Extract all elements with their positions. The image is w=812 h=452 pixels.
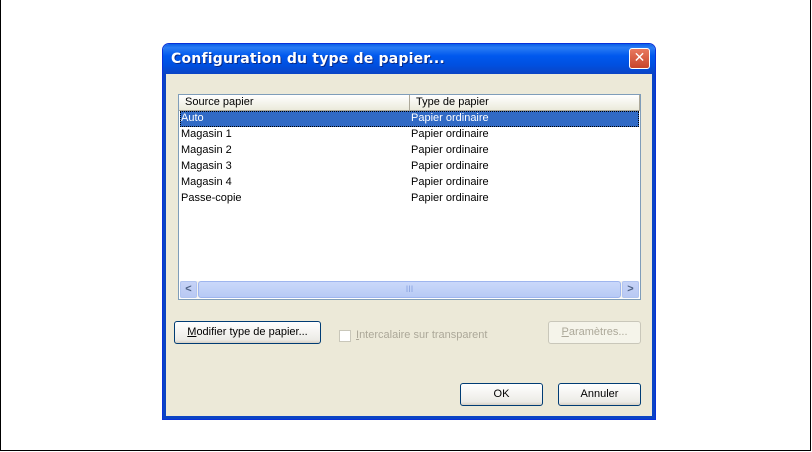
close-button[interactable]: ✕ — [629, 48, 650, 69]
type-cell: Papier ordinaire — [411, 192, 489, 204]
list-header: Source papier Type de papier — [179, 95, 640, 111]
scroll-left-button[interactable]: < — [180, 281, 197, 298]
source-cell: Magasin 1 — [181, 128, 232, 140]
source-cell: Magasin 2 — [181, 144, 232, 156]
cancel-button[interactable]: Annuler — [558, 383, 641, 406]
dialog-title: Configuration du type de papier... — [171, 51, 445, 67]
list-item[interactable]: Magasin 2 Papier ordinaire — [180, 143, 639, 159]
modify-paper-type-button[interactable]: Modifier type de papier... — [174, 321, 321, 344]
column-header-type[interactable]: Type de papier — [410, 95, 640, 111]
type-cell: Papier ordinaire — [411, 112, 489, 124]
column-header-source[interactable]: Source papier — [179, 95, 410, 111]
parameters-button[interactable]: Paramètres... — [548, 321, 641, 344]
modify-button-label: odifier type de papier... — [196, 326, 308, 338]
checkbox-label: Intercalaire sur transparent — [356, 329, 487, 341]
mnemonic-p: P — [561, 326, 569, 338]
list-item[interactable]: Magasin 4 Papier ordinaire — [180, 175, 639, 191]
type-cell: Papier ordinaire — [411, 160, 489, 172]
scroll-right-button[interactable]: > — [622, 281, 639, 298]
grip-icon: III — [405, 284, 414, 294]
chevron-left-icon: < — [185, 283, 192, 295]
checkbox-label-rest: ntercalaire sur transparent — [359, 329, 488, 341]
source-cell: Passe-copie — [181, 192, 242, 204]
list-item[interactable]: Passe-copie Papier ordinaire — [180, 191, 639, 207]
type-cell: Papier ordinaire — [411, 176, 489, 188]
title-bar[interactable]: Configuration du type de papier... ✕ — [163, 44, 655, 74]
list-item[interactable]: Magasin 1 Papier ordinaire — [180, 127, 639, 143]
transparency-interleave-checkbox[interactable] — [339, 330, 351, 342]
paper-type-dialog: Configuration du type de papier... ✕ Sou… — [162, 43, 656, 420]
list-item[interactable]: Magasin 3 Papier ordinaire — [180, 159, 639, 175]
chevron-right-icon: > — [627, 283, 634, 295]
horizontal-scrollbar[interactable]: < III > — [180, 281, 639, 298]
scrollbar-thumb[interactable]: III — [198, 281, 621, 298]
list-item[interactable]: Auto Papier ordinaire — [180, 111, 639, 127]
source-cell: Auto — [181, 112, 204, 124]
type-cell: Papier ordinaire — [411, 128, 489, 140]
source-cell: Magasin 4 — [181, 176, 232, 188]
close-icon: ✕ — [633, 50, 646, 66]
type-cell: Papier ordinaire — [411, 144, 489, 156]
parameters-button-label: aramètres... — [568, 326, 628, 338]
ok-button[interactable]: OK — [460, 383, 543, 406]
paper-source-list[interactable]: Source papier Type de papier Auto Papier… — [178, 94, 641, 300]
source-cell: Magasin 3 — [181, 160, 232, 172]
